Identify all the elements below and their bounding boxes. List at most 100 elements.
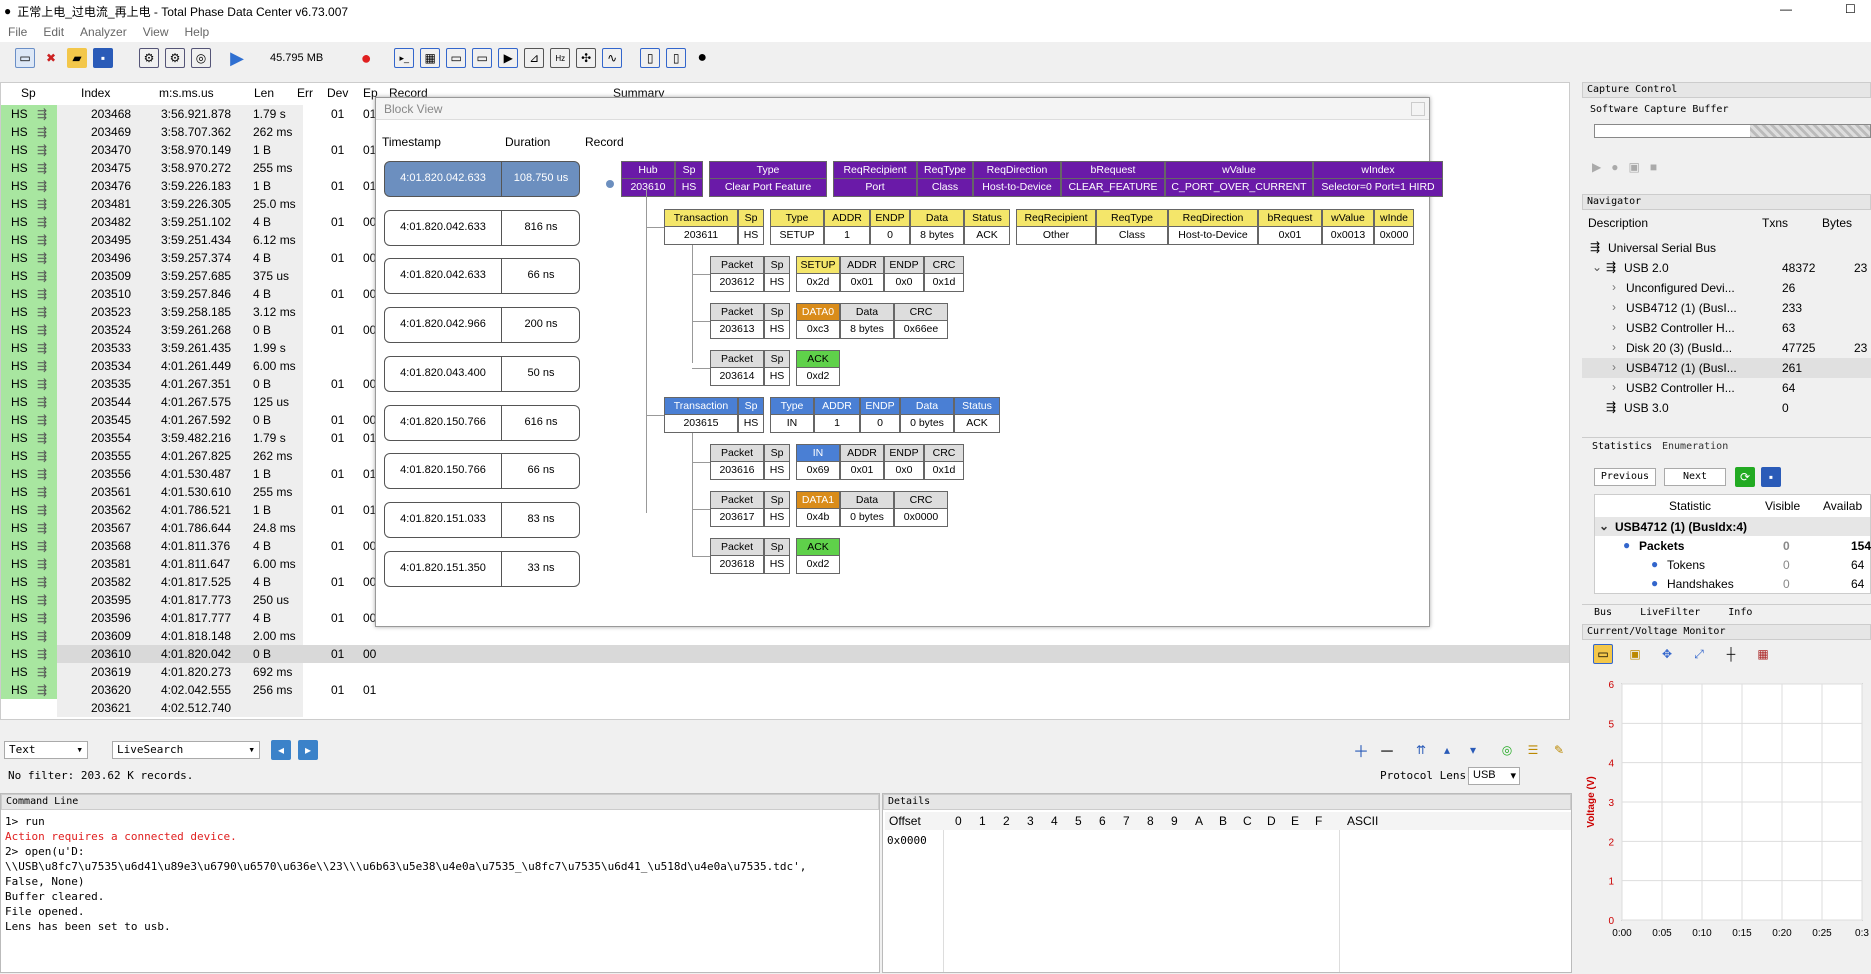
nav-item[interactable]: ⇶ USB 3.0 0	[1582, 398, 1871, 418]
device-icon[interactable]: ⚙	[139, 48, 159, 68]
t1-cell[interactable]: wValue 0x0013	[1322, 209, 1374, 245]
refresh-icon[interactable]: ⟳	[1735, 467, 1755, 487]
p2-cell[interactable]: Sp HS	[764, 303, 790, 339]
chevron-right-icon[interactable]: ›	[1612, 280, 1616, 294]
next-button[interactable]: Next	[1664, 468, 1726, 486]
new-icon[interactable]: ▭	[15, 48, 35, 68]
t2-cell[interactable]: Type IN	[770, 397, 814, 433]
p1-cell[interactable]: Packet 203612	[710, 256, 764, 292]
bomb-icon[interactable]: ●	[692, 48, 712, 68]
timestamp-box[interactable]: 4:01.820.042.966 200 ns	[384, 307, 580, 344]
p2-cell[interactable]: Data 8 bytes	[840, 303, 894, 339]
filter-icon[interactable]: ☰	[1523, 740, 1543, 760]
p1-cell[interactable]: CRC 0x1d	[924, 256, 964, 292]
up-icon[interactable]: ▴	[1437, 740, 1457, 760]
tab-livefilter[interactable]: LiveFilter	[1640, 607, 1700, 620]
filter-mode-select[interactable]: Text ▾	[4, 741, 88, 759]
t1-cell[interactable]: Data 8 bytes	[910, 209, 964, 245]
table-row[interactable]: HS 203619 4:01.820.273 692 ms ⇶	[1, 663, 1569, 681]
search-next-icon[interactable]: ▸	[298, 740, 318, 760]
protocol-lens-select[interactable]: USB ▾	[1468, 767, 1520, 785]
top-cell[interactable]: wValue C_PORT_OVER_CURRENT	[1165, 161, 1313, 197]
block-view-close[interactable]	[1411, 102, 1425, 116]
media-icon[interactable]: ▶	[498, 48, 519, 68]
monitor-fit-icon[interactable]: ⤢	[1689, 644, 1709, 664]
top-icon[interactable]: ⇈	[1411, 740, 1431, 760]
t1-cell[interactable]: ENDP 0	[870, 209, 910, 245]
nav-item[interactable]: › USB2 Controller H... 64	[1582, 378, 1871, 398]
timestamp-box[interactable]: 4:01.820.151.350 33 ns	[384, 550, 580, 587]
wave-icon[interactable]: ∿	[602, 48, 623, 68]
chevron-right-icon[interactable]: ›	[1612, 380, 1616, 394]
tab-statistics[interactable]: Statistics	[1592, 441, 1652, 452]
stat-row[interactable]: ⌄ USB4712 (1) (BusIdx:4)	[1595, 517, 1870, 536]
table-row[interactable]: HS 203620 4:02.042.555 256 ms 01 01 ⇶	[1, 681, 1569, 699]
capture-stop-icon[interactable]: ●	[1611, 160, 1618, 174]
p5-cell[interactable]: CRC 0x0000	[894, 491, 948, 527]
t1-cell[interactable]: Transaction 203611	[664, 209, 738, 245]
table-row[interactable]: HS 203610 4:01.820.042 0 B 01 00 ⇶	[1, 645, 1569, 663]
p4-cell[interactable]: Sp HS	[764, 444, 790, 480]
top-cell[interactable]: bRequest CLEAR_FEATURE	[1061, 161, 1165, 197]
down-icon[interactable]: ▾	[1463, 740, 1483, 760]
col-err[interactable]: Err	[297, 83, 313, 103]
t2-cell[interactable]: ENDP 0	[860, 397, 900, 433]
monitor-tool1-icon[interactable]: ▭	[1593, 644, 1613, 664]
timestamp-box[interactable]: 4:01.820.042.633 816 ns	[384, 209, 580, 246]
t1-cell[interactable]: Sp HS	[738, 209, 764, 245]
top-cell[interactable]: ReqDirection Host-to-Device	[973, 161, 1061, 197]
expand-dot-icon[interactable]	[606, 180, 614, 188]
maximize-button[interactable]: ☐	[1845, 2, 1856, 16]
timestamp-box[interactable]: 4:01.820.150.766 616 ns	[384, 404, 580, 441]
tab-enumeration[interactable]: Enumeration	[1662, 441, 1728, 452]
p3-cell[interactable]: Sp HS	[764, 350, 790, 386]
p4-cell[interactable]: IN 0x69	[796, 444, 840, 480]
chevron-down-icon[interactable]: ⌄	[1592, 260, 1602, 274]
terminal-icon[interactable]: ▸_	[394, 48, 415, 68]
monitor-measure-icon[interactable]: ▦	[1753, 644, 1773, 664]
nav-item[interactable]: › Disk 20 (3) (BusId... 47725 23	[1582, 338, 1871, 358]
capture-pause-icon[interactable]: ▣	[1628, 160, 1639, 174]
p4-cell[interactable]: ENDP 0x0	[884, 444, 924, 480]
config-icon[interactable]: ◎	[191, 48, 211, 68]
p5-cell[interactable]: Packet 203617	[710, 491, 764, 527]
nav-item[interactable]: ⌄ ⇶ USB 2.0 48372 23	[1582, 258, 1871, 278]
chevron-right-icon[interactable]: ›	[1612, 360, 1616, 374]
t1-cell[interactable]: ReqDirection Host-to-Device	[1168, 209, 1258, 245]
top-cell[interactable]: ReqRecipient Port	[833, 161, 917, 197]
monitor-zoom-icon[interactable]: ✥	[1657, 644, 1677, 664]
play-icon[interactable]: ▶	[227, 48, 247, 68]
target-icon[interactable]: ◎	[1497, 740, 1517, 760]
col-index[interactable]: Index	[81, 83, 110, 103]
previous-button[interactable]: Previous	[1594, 468, 1656, 486]
stat-row[interactable]: ● Packets 0 154	[1595, 536, 1871, 555]
minimize-button[interactable]: —	[1780, 2, 1792, 16]
col-dev[interactable]: Dev	[327, 83, 348, 103]
table-row[interactable]: HS 203609 4:01.818.148 2.00 ms ⇶	[1, 627, 1569, 645]
timestamp-box[interactable]: 4:01.820.042.633 66 ns	[384, 258, 580, 295]
hz-icon[interactable]: Hz	[550, 48, 571, 68]
t1-cell[interactable]: bRequest 0x01	[1258, 209, 1322, 245]
nav-item[interactable]: ⇶ Universal Serial Bus	[1582, 238, 1871, 258]
open-folder-icon[interactable]: ▰	[67, 48, 87, 68]
p5-cell[interactable]: DATA1 0x4b	[796, 491, 840, 527]
p1-cell[interactable]: ENDP 0x0	[884, 256, 924, 292]
nav-item[interactable]: › Unconfigured Devi... 26	[1582, 278, 1871, 298]
monitor-tool2-icon[interactable]: ▣	[1625, 644, 1645, 664]
t1-cell[interactable]: ADDR 1	[824, 209, 870, 245]
p5-cell[interactable]: Sp HS	[764, 491, 790, 527]
t1-cell[interactable]: ReqRecipient Other	[1016, 209, 1096, 245]
col-len[interactable]: Len	[254, 83, 274, 103]
chevron-right-icon[interactable]: ›	[1612, 300, 1616, 314]
p1-cell[interactable]: SETUP 0x2d	[796, 256, 840, 292]
t1-cell[interactable]: Type SETUP	[770, 209, 824, 245]
tab-info[interactable]: Info	[1728, 607, 1752, 620]
top-cell[interactable]: Type Clear Port Feature	[709, 161, 827, 197]
t2-cell[interactable]: ADDR 1	[814, 397, 860, 433]
t1-cell[interactable]: wInde 0x000	[1374, 209, 1414, 245]
save-icon[interactable]: ▪	[93, 48, 113, 68]
doc-save-icon[interactable]: ▯	[666, 48, 687, 68]
t1-cell[interactable]: ReqType Class	[1096, 209, 1168, 245]
p2-cell[interactable]: Packet 203613	[710, 303, 764, 339]
capture-clear-icon[interactable]: ■	[1650, 160, 1657, 174]
